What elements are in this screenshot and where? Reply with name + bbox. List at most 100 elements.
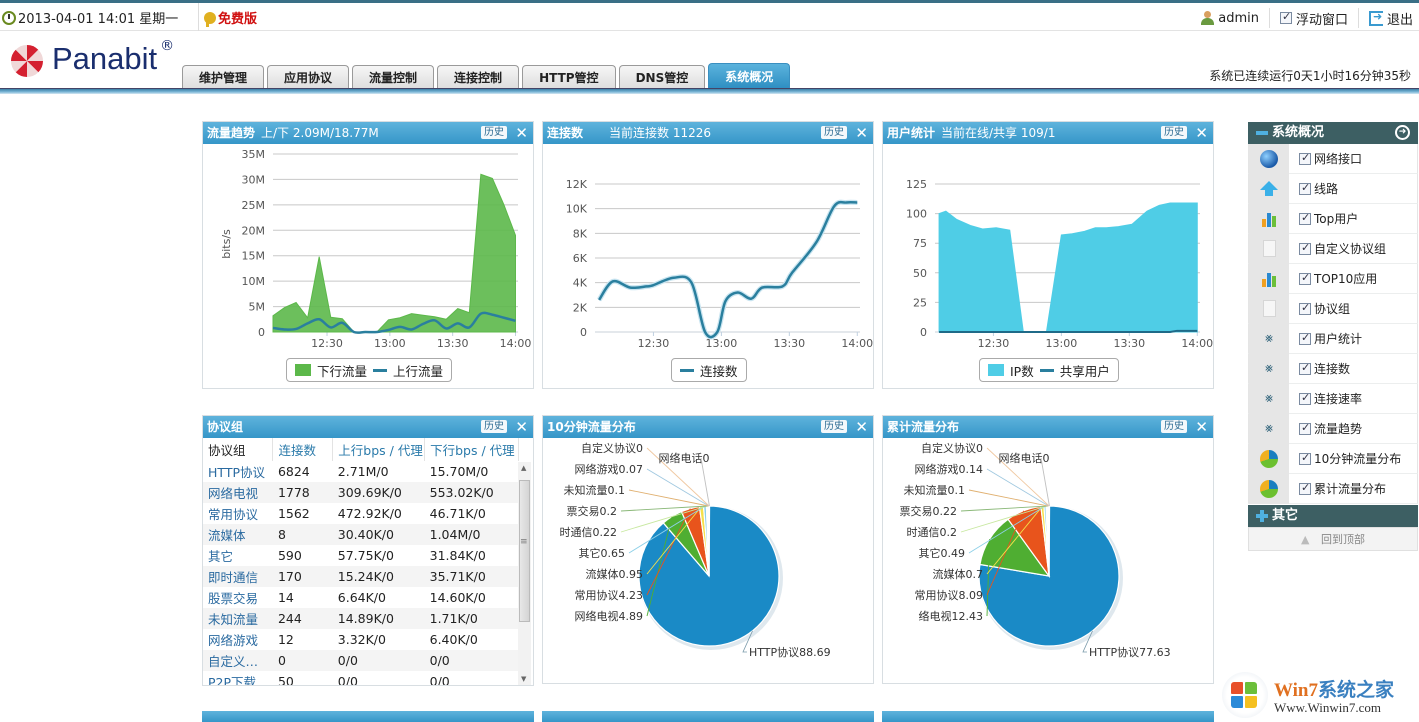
- scrollbar-thumb[interactable]: [519, 480, 530, 622]
- panel-header: 流量趋势 上/下 2.09M/18.77M 历史 ✕: [203, 122, 533, 144]
- logout-button[interactable]: 退出: [1359, 8, 1413, 28]
- close-icon[interactable]: ✕: [1195, 122, 1208, 144]
- table-row[interactable]: 未知流量 244 14.89K/0 1.71K/0: [203, 608, 519, 629]
- collapse-icon[interactable]: [1256, 131, 1268, 135]
- table-row[interactable]: 其它 590 57.75K/0 31.84K/0: [203, 545, 519, 566]
- table-cell: 170: [272, 566, 333, 587]
- sidebar-other-header[interactable]: 其它: [1248, 505, 1418, 527]
- table-row[interactable]: 流媒体 8 30.40K/0 1.04M/0: [203, 524, 519, 545]
- protocol-name-link[interactable]: P2P下载: [203, 671, 273, 685]
- sidebar-item[interactable]: Top用户: [1248, 203, 1418, 234]
- sidebar-item[interactable]: ⨳ 连接数: [1248, 353, 1418, 384]
- float-window-toggle[interactable]: 浮动窗口: [1270, 8, 1359, 28]
- column-header[interactable]: 下行bps / 代理: [424, 438, 519, 461]
- checkbox[interactable]: [1299, 481, 1311, 495]
- table-row[interactable]: 自定义… 0 0/0 0/0: [203, 650, 519, 671]
- main-tabs: 维护管理 应用协议 流量控制 连接控制 HTTP管控 DNS管控 系统概况: [182, 63, 791, 90]
- protocol-name-link[interactable]: 即时通信: [203, 566, 273, 587]
- table-row[interactable]: 常用协议 1562 472.92K/0 46.71K/0: [203, 503, 519, 524]
- close-icon[interactable]: ✕: [515, 416, 528, 438]
- protocol-name-link[interactable]: HTTP协议: [203, 461, 273, 482]
- sidebar-item[interactable]: ⨳ 流量趋势: [1248, 413, 1418, 444]
- checkbox[interactable]: [1299, 241, 1311, 255]
- tab-traffic-control[interactable]: 流量控制: [352, 65, 435, 90]
- y-tick-label: 75: [913, 237, 927, 250]
- scrollbar[interactable]: ▲ ≡ ▼: [518, 462, 531, 685]
- pie-data-label: HTTP协议77.63: [1089, 645, 1171, 659]
- sidebar-item[interactable]: 线路: [1248, 173, 1418, 204]
- table-row[interactable]: 股票交易 14 6.64K/0 14.60K/0: [203, 587, 519, 608]
- table-row[interactable]: 即时通信 170 15.24K/0 35.71K/0: [203, 566, 519, 587]
- table-row[interactable]: HTTP协议 6824 2.71M/0 15.70M/0: [203, 461, 519, 482]
- history-button[interactable]: 历史: [821, 420, 847, 433]
- tab-dns-control[interactable]: DNS管控: [618, 65, 706, 90]
- checkbox-icon[interactable]: [1279, 10, 1292, 24]
- checkbox[interactable]: [1299, 391, 1311, 405]
- scroll-down-icon[interactable]: ▼: [521, 675, 526, 683]
- sidebar-item[interactable]: 网络接口: [1248, 143, 1418, 174]
- close-icon[interactable]: ✕: [1195, 416, 1208, 438]
- column-header[interactable]: 上行bps / 代理: [332, 438, 426, 461]
- sidebar-item[interactable]: ⨳ 连接速率: [1248, 383, 1418, 414]
- table-cell: 3.32K/0: [337, 632, 386, 647]
- sidebar-item[interactable]: 协议组: [1248, 293, 1418, 324]
- history-button[interactable]: 历史: [481, 126, 507, 139]
- sidebar-item[interactable]: 累计流量分布: [1248, 473, 1418, 504]
- column-header[interactable]: 连接数: [272, 438, 334, 461]
- protocol-name-link[interactable]: 自定义…: [203, 650, 273, 671]
- tab-connection-control[interactable]: 连接控制: [437, 65, 520, 90]
- tab-maintenance[interactable]: 维护管理: [182, 65, 265, 90]
- checkbox[interactable]: [1299, 301, 1311, 315]
- history-button[interactable]: 历史: [1161, 126, 1187, 139]
- tab-system-overview[interactable]: 系统概况: [708, 63, 791, 90]
- checkbox[interactable]: [1299, 331, 1311, 345]
- history-button[interactable]: 历史: [481, 420, 507, 433]
- expand-icon[interactable]: [1256, 510, 1268, 522]
- arrow-right-circle-icon[interactable]: ➜: [1395, 125, 1410, 140]
- logout-icon: [1368, 10, 1383, 26]
- checkbox[interactable]: [1299, 421, 1311, 435]
- close-icon[interactable]: ✕: [855, 416, 868, 438]
- table-row[interactable]: 网络电视 1778 309.69K/0 553.02K/0: [203, 482, 519, 503]
- checkbox[interactable]: [1299, 361, 1311, 375]
- history-button[interactable]: 历史: [1161, 420, 1187, 433]
- scroll-up-icon[interactable]: ▲: [521, 464, 526, 472]
- tab-http-control[interactable]: HTTP管控: [522, 65, 616, 90]
- sidebar-item[interactable]: 自定义协议组: [1248, 233, 1418, 264]
- checkbox[interactable]: [1299, 181, 1311, 195]
- pie-data-label: 自定义协议0: [921, 441, 983, 455]
- protocol-name-link[interactable]: 股票交易: [203, 587, 273, 608]
- close-icon[interactable]: ✕: [515, 122, 528, 144]
- protocol-name-link[interactable]: 未知流量: [203, 608, 273, 629]
- table-row[interactable]: 网络游戏 12 3.32K/0 6.40K/0: [203, 629, 519, 650]
- history-button[interactable]: 历史: [821, 126, 847, 139]
- protocol-name-link[interactable]: 网络电视: [203, 482, 273, 503]
- back-to-top-button[interactable]: ▲ 回到顶部: [1248, 527, 1418, 551]
- column-header[interactable]: 协议组: [203, 438, 274, 461]
- checkbox[interactable]: [1299, 151, 1311, 165]
- table-cell: 1.71K/0: [424, 608, 519, 629]
- user-link[interactable]: admin: [1191, 8, 1270, 28]
- y-axis-label: bits/s: [220, 229, 233, 259]
- protocol-name-link[interactable]: 网络游戏: [203, 629, 273, 650]
- table-cell: 1562: [277, 506, 310, 521]
- sidebar-item-label: 用户统计: [1314, 332, 1363, 346]
- y-tick-label: 30M: [242, 173, 266, 186]
- protocol-name-link[interactable]: 流媒体: [203, 524, 273, 545]
- sidebar-item[interactable]: TOP10应用: [1248, 263, 1418, 294]
- sidebar-item[interactable]: ⨳ 用户统计: [1248, 323, 1418, 354]
- checkbox[interactable]: [1299, 211, 1311, 225]
- protocol-name-link[interactable]: 常用协议: [203, 503, 273, 524]
- legend-swatch-shared: [1039, 368, 1054, 372]
- checkbox[interactable]: [1299, 271, 1311, 285]
- protocol-name-link[interactable]: 其它: [203, 545, 273, 566]
- close-icon[interactable]: ✕: [855, 122, 868, 144]
- x-tick-label: 13:30: [437, 337, 469, 350]
- tab-app-protocols[interactable]: 应用协议: [267, 65, 350, 90]
- sidebar-header[interactable]: 系统概况 ➜: [1248, 122, 1418, 144]
- table-row[interactable]: P2P下载 50 0/0 0/0: [203, 671, 519, 685]
- checkbox[interactable]: [1299, 451, 1311, 465]
- pie-data-label: 络电视12.43: [919, 609, 984, 623]
- table-cell: 15.70M/0: [429, 464, 489, 479]
- sidebar-item[interactable]: 10分钟流量分布: [1248, 443, 1418, 474]
